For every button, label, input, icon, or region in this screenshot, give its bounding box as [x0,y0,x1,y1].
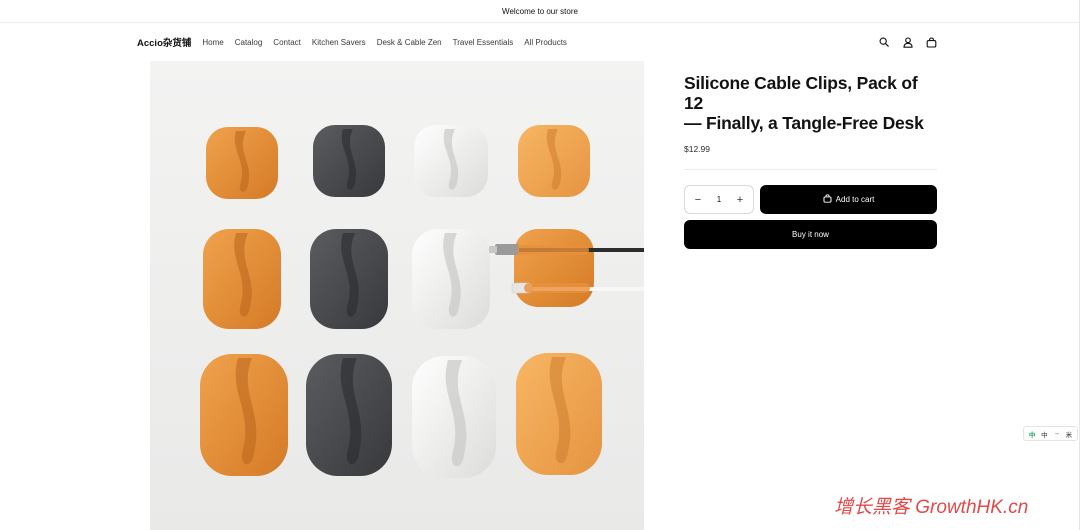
product-title: Silicone Cable Clips, Pack of 12 — Final… [684,73,937,133]
translate-arrow-button[interactable]: → [1053,430,1060,437]
buy-now-button[interactable]: Buy it now [684,220,937,249]
clip-gray [306,354,392,476]
announcement-text: Welcome to our store [502,6,578,16]
clip-white [412,356,496,478]
announcement-bar: Welcome to our store [0,0,1080,23]
clip-orange [200,354,288,476]
account-icon[interactable] [902,36,913,48]
header-icons [878,36,937,48]
translate-settings-button[interactable]: 米 [1066,429,1073,439]
product-image[interactable] [150,61,644,530]
nav-home[interactable]: Home [202,38,223,47]
main-nav: Home Catalog Contact Kitchen Savers Desk… [202,38,567,47]
clip-orange [203,229,281,329]
quantity-stepper[interactable]: − 1 + [684,185,754,214]
translate-chinese-button[interactable]: 中 [1041,429,1048,439]
watermark: 增长黑客 GrowthHK.cn [834,497,1029,518]
quantity-input[interactable]: 1 [717,195,721,204]
site-header: Accio杂货铺 Home Catalog Contact Kitchen Sa… [137,28,937,56]
add-to-cart-label: Add to cart [835,195,875,204]
clip-white [412,229,490,329]
cart-icon[interactable] [926,36,937,48]
nav-kitchen-savers[interactable]: Kitchen Savers [312,38,366,47]
product-title-line1: Silicone Cable Clips, Pack of 12 [684,73,918,113]
search-icon[interactable] [878,37,889,48]
clip-orange-light [516,353,602,475]
product-page: Welcome to our store Accio杂货铺 Home Catal… [0,0,1080,530]
decrease-quantity-button[interactable]: − [692,194,704,206]
buy-now-label: Buy it now [792,230,829,239]
cable-clips-photo [150,61,644,530]
product-info: Silicone Cable Clips, Pack of 12 — Final… [684,73,937,249]
purchase-row: − 1 + Add to cart [684,185,937,214]
nav-travel-essentials[interactable]: Travel Essentials [453,38,514,47]
nav-catalog[interactable]: Catalog [235,38,263,47]
divider [684,169,937,170]
store-logo[interactable]: Accio杂货铺 [137,35,191,49]
nav-contact[interactable]: Contact [273,38,301,47]
clip-gray [313,125,385,197]
add-to-cart-button[interactable]: Add to cart [760,185,937,214]
clip-gray [310,229,388,329]
increase-quantity-button[interactable]: + [734,194,746,206]
clip-white [414,125,488,197]
product-title-line2: — Finally, a Tangle-Free Desk [684,113,924,133]
clip-orange-light [518,125,590,197]
nav-desk-cable-zen[interactable]: Desk & Cable Zen [377,38,442,47]
cart-icon [823,194,832,205]
product-price: $12.99 [684,144,710,154]
nav-all-products[interactable]: All Products [524,38,567,47]
translate-logo-icon[interactable]: 中 [1029,429,1036,439]
translate-widget: 中 中 → 米 [1023,426,1078,441]
clip-orange [206,127,278,199]
